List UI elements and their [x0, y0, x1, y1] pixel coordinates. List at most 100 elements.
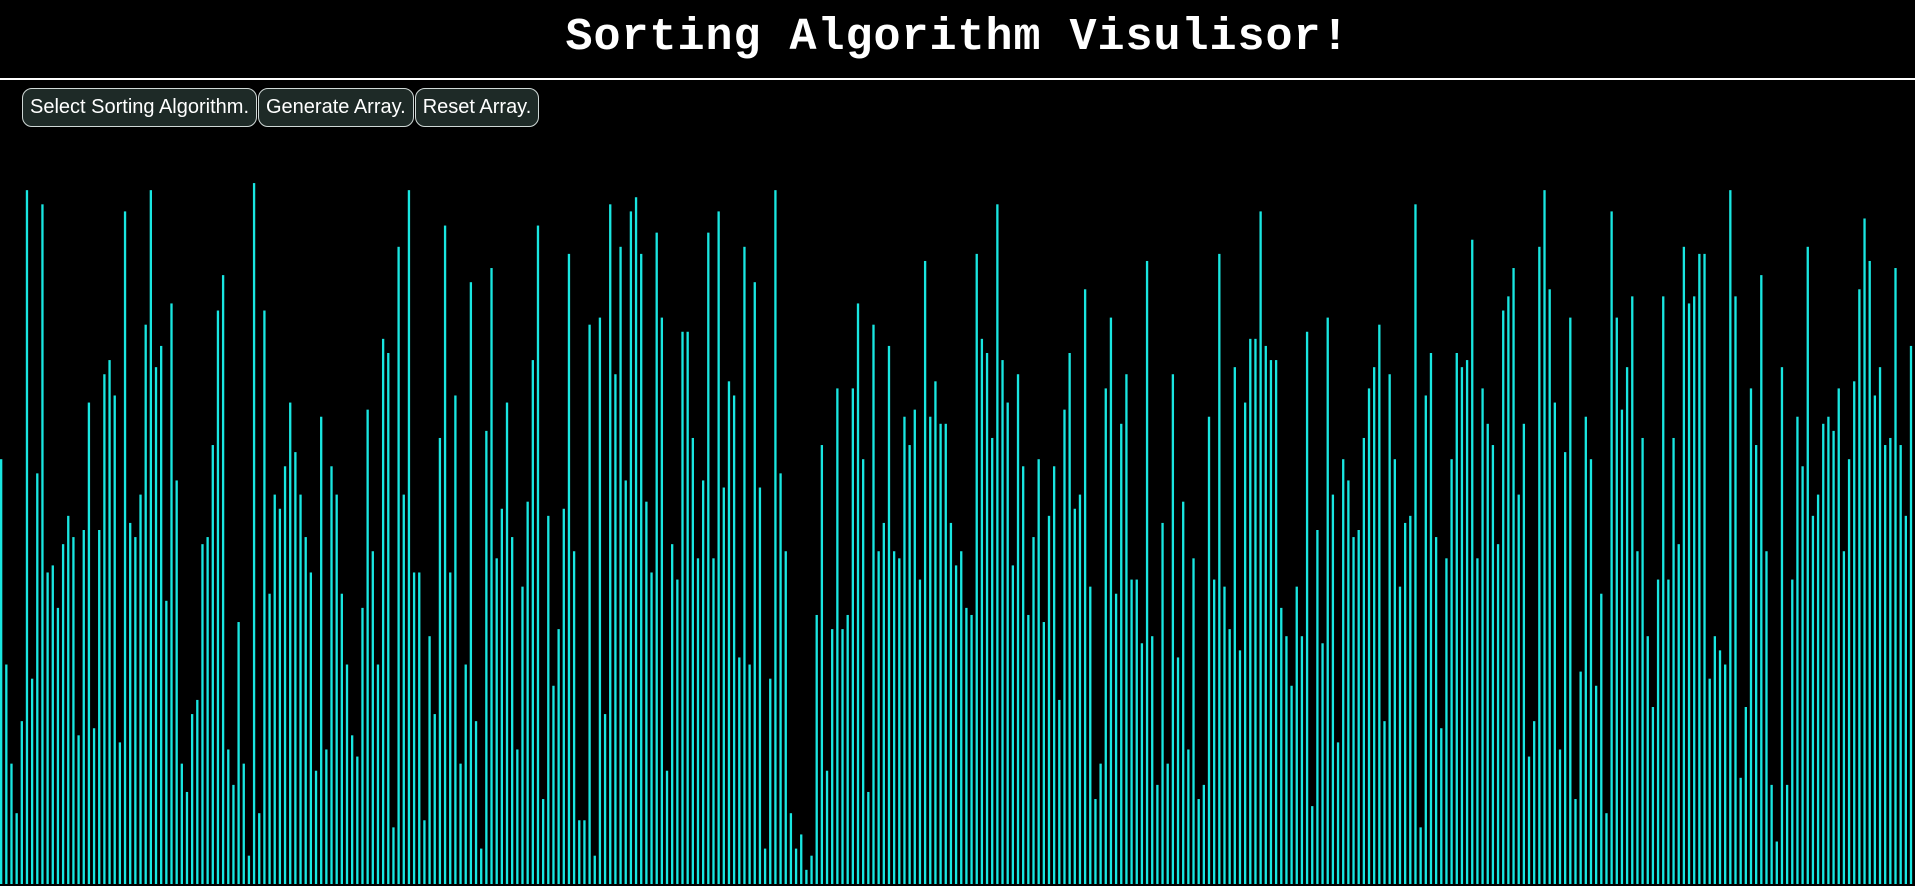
array-bar [1151, 636, 1154, 884]
array-bar [769, 678, 772, 884]
array-bar [851, 388, 854, 884]
array-bar [438, 437, 442, 884]
array-bar [913, 409, 916, 884]
array-bar [1187, 749, 1190, 884]
array-bar [160, 345, 163, 884]
array-bar [1760, 275, 1763, 884]
array-bar [196, 699, 199, 884]
array-bar [1073, 508, 1076, 884]
array-bar [335, 494, 338, 884]
array-bar [841, 629, 844, 884]
array-bar [361, 607, 364, 884]
array-bar [929, 416, 932, 884]
array-bar [1331, 494, 1335, 884]
array-bar [1476, 558, 1479, 884]
array-bar [103, 374, 106, 884]
array-bar [1517, 494, 1520, 884]
array-bar [227, 749, 230, 884]
array-bar [934, 381, 937, 884]
array-bar [1398, 586, 1402, 884]
array-bar [996, 204, 999, 884]
array-bar [784, 551, 787, 884]
array-bar [92, 728, 96, 884]
array-bar [325, 749, 328, 884]
array-bar [1636, 551, 1639, 884]
array-bar [1465, 360, 1469, 885]
array-bar [1512, 268, 1515, 884]
array-bar [1393, 459, 1396, 884]
select-sorting-algorithm-button[interactable]: Select Sorting Algorithm. [22, 88, 257, 127]
array-bar [1811, 515, 1815, 884]
array-bar [712, 558, 715, 884]
array-bar [98, 530, 101, 884]
array-bar [469, 282, 473, 884]
array-bar [732, 395, 736, 884]
array-bar [190, 714, 194, 884]
array-bar [1403, 522, 1407, 884]
array-bar [165, 600, 168, 884]
array-bar [1311, 806, 1314, 884]
page-header: Sorting Algorithm Visulisor! [0, 0, 1915, 80]
page-title: Sorting Algorithm Visulisor! [565, 11, 1350, 63]
array-bar [1718, 650, 1722, 884]
array-bar [345, 664, 349, 884]
array-bar [686, 331, 689, 884]
array-bar [1909, 345, 1913, 884]
array-bar [1734, 296, 1737, 884]
array-bar [552, 685, 555, 884]
reset-array-button[interactable]: Reset Array. [414, 88, 540, 127]
array-bar [1687, 303, 1691, 884]
array-bar [454, 395, 457, 884]
array-bar [1558, 749, 1562, 884]
array-bar [1022, 466, 1025, 884]
array-bar [1502, 310, 1505, 884]
array-bar [1853, 381, 1856, 884]
array-bar [1016, 374, 1020, 884]
array-bar [490, 268, 493, 884]
array-bar [480, 848, 483, 884]
array-bar [1259, 211, 1262, 884]
array-bar [609, 204, 612, 884]
array-bar [1667, 579, 1670, 884]
array-bar [1114, 593, 1118, 884]
array-bar [423, 820, 426, 884]
array-bar [898, 558, 901, 884]
array-bar [252, 183, 256, 884]
array-bar [547, 515, 550, 884]
array-bar [1656, 579, 1660, 884]
array-bar [1527, 756, 1531, 884]
array-bar [949, 522, 953, 884]
array-bar [258, 813, 261, 884]
array-bar [1693, 296, 1696, 884]
array-bar [221, 275, 225, 884]
array-bar [1047, 515, 1051, 884]
array-bar [1713, 636, 1717, 884]
array-bar [134, 537, 137, 884]
array-bar [939, 423, 942, 884]
array-bar [1099, 763, 1102, 884]
array-bar [320, 416, 323, 884]
array-bar [650, 572, 653, 884]
array-bar [1156, 784, 1159, 884]
array-bar [1378, 324, 1381, 884]
array-bar [1367, 388, 1371, 884]
array-bar [443, 225, 447, 884]
array-bar [1032, 537, 1035, 884]
generate-array-button[interactable]: Generate Array. [258, 88, 414, 127]
array-bar [583, 820, 586, 884]
array-bar [629, 211, 633, 884]
array-bar [314, 770, 318, 884]
array-bar [1145, 260, 1149, 885]
array-bar [1424, 395, 1427, 884]
array-bar [149, 190, 153, 884]
array-bar [15, 813, 18, 884]
array-bar [381, 338, 385, 885]
array-bar [1006, 402, 1009, 884]
array-bar [603, 714, 607, 884]
array-bar [1651, 707, 1655, 884]
array-bar [10, 763, 13, 884]
array-bar [1780, 367, 1784, 884]
array-bar [1672, 437, 1675, 884]
array-bar [1202, 784, 1205, 884]
array-bar [407, 190, 411, 884]
